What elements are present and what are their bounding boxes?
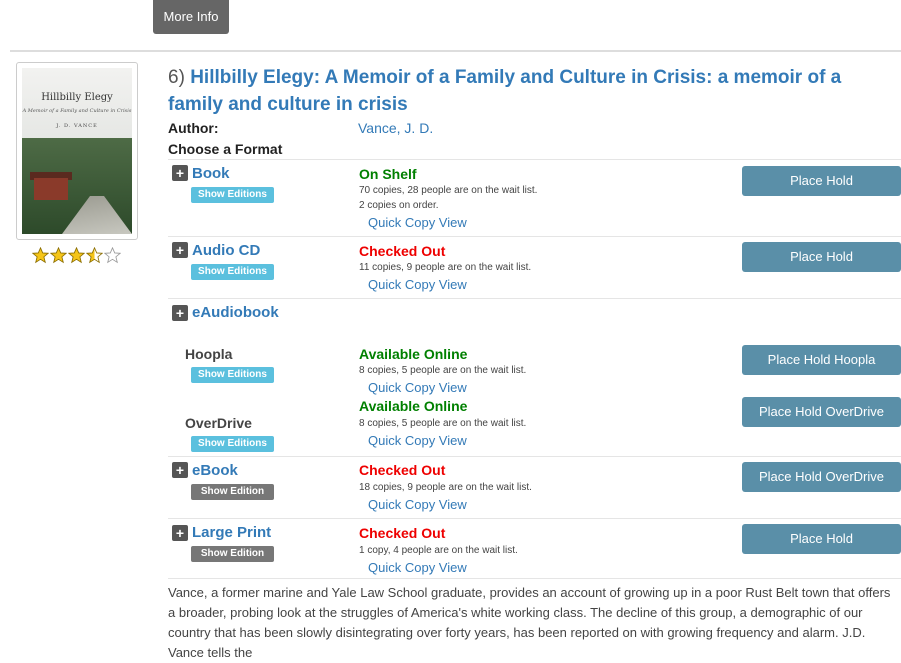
quick-copy-view-link[interactable]: Quick Copy View [368,433,467,448]
source-hoopla-label: Hoopla [185,346,233,362]
choose-format-label: Choose a Format [168,141,283,157]
cover-subtitle: A Memoir of a Family and Culture in Cris… [22,108,132,114]
copies-text: 1 copy, 4 people are on the wait list. [359,545,518,556]
divider [10,50,901,52]
row-divider [168,578,901,579]
copies-text: 18 copies, 9 people are on the wait list… [359,482,532,493]
author-label: Author: [168,120,219,136]
status-checked-out: Checked Out [359,525,446,541]
source-overdrive-label: OverDrive [185,415,252,431]
star-empty-icon[interactable] [104,247,121,264]
status-on-shelf: On Shelf [359,166,417,182]
place-hold-button[interactable]: Place Hold [742,242,901,272]
row-divider [168,298,901,299]
copies-text: 70 copies, 28 people are on the wait lis… [359,185,538,196]
book-description: Vance, a former marine and Yale Law Scho… [168,585,891,660]
author-link[interactable]: Vance, J. D. [358,120,433,136]
show-editions-button[interactable]: Show Editions [191,264,274,280]
result-title: 6) Hillbilly Elegy: A Memoir of a Family… [168,64,888,118]
cover-author: J. D. VANCE [56,123,98,129]
quick-copy-view-link[interactable]: Quick Copy View [368,215,467,230]
status-checked-out: Checked Out [359,243,446,259]
star-full-icon[interactable] [50,247,67,264]
show-edition-button[interactable]: Show Edition [191,546,274,562]
star-half-icon[interactable] [86,247,103,264]
expand-plus-icon[interactable]: + [172,305,188,321]
show-editions-button[interactable]: Show Editions [191,367,274,383]
expand-plus-icon[interactable]: + [172,462,188,478]
status-available-online: Available Online [359,346,468,362]
quick-copy-view-link[interactable]: Quick Copy View [368,560,467,575]
row-divider [168,159,901,160]
quick-copy-view-link[interactable]: Quick Copy View [368,277,467,292]
row-divider [168,456,901,457]
format-eaudiobook-link[interactable]: eAudiobook [192,304,279,321]
expand-plus-icon[interactable]: + [172,525,188,541]
order-text: 2 copies on order. [359,200,439,211]
show-editions-button[interactable]: Show Editions [191,187,274,203]
row-divider [168,236,901,237]
star-full-icon[interactable] [68,247,85,264]
quick-copy-view-link[interactable]: Quick Copy View [368,380,467,395]
row-divider [168,518,901,519]
show-editions-button[interactable]: Show Editions [191,436,274,452]
place-hold-button[interactable]: Place Hold [742,524,901,554]
more-info-button[interactable]: More Info [153,0,229,34]
title-link[interactable]: Hillbilly Elegy: A Memoir of a Family an… [168,67,841,115]
show-edition-button[interactable]: Show Edition [191,484,274,500]
place-hold-overdrive-button[interactable]: Place Hold OverDrive [742,462,901,492]
result-number: 6) [168,67,185,88]
format-book-link[interactable]: Book [192,165,230,182]
book-cover[interactable]: Hillbilly Elegy A Memoir of a Family and… [16,62,138,240]
copies-text: 8 copies, 5 people are on the wait list. [359,418,527,429]
status-checked-out: Checked Out [359,462,446,478]
copies-text: 11 copies, 9 people are on the wait list… [359,262,532,273]
expand-plus-icon[interactable]: + [172,165,188,181]
format-audio-cd-link[interactable]: Audio CD [192,242,260,259]
star-rating[interactable] [32,247,121,267]
copies-text: 8 copies, 5 people are on the wait list. [359,365,527,376]
format-large-print-link[interactable]: Large Print [192,524,271,541]
format-ebook-link[interactable]: eBook [192,462,238,479]
expand-plus-icon[interactable]: + [172,242,188,258]
quick-copy-view-link[interactable]: Quick Copy View [368,497,467,512]
star-full-icon[interactable] [32,247,49,264]
place-hold-hoopla-button[interactable]: Place Hold Hoopla [742,345,901,375]
status-available-online: Available Online [359,398,468,414]
cover-title: Hillbilly Elegy [41,92,113,103]
place-hold-overdrive-button[interactable]: Place Hold OverDrive [742,397,901,427]
place-hold-button[interactable]: Place Hold [742,166,901,196]
